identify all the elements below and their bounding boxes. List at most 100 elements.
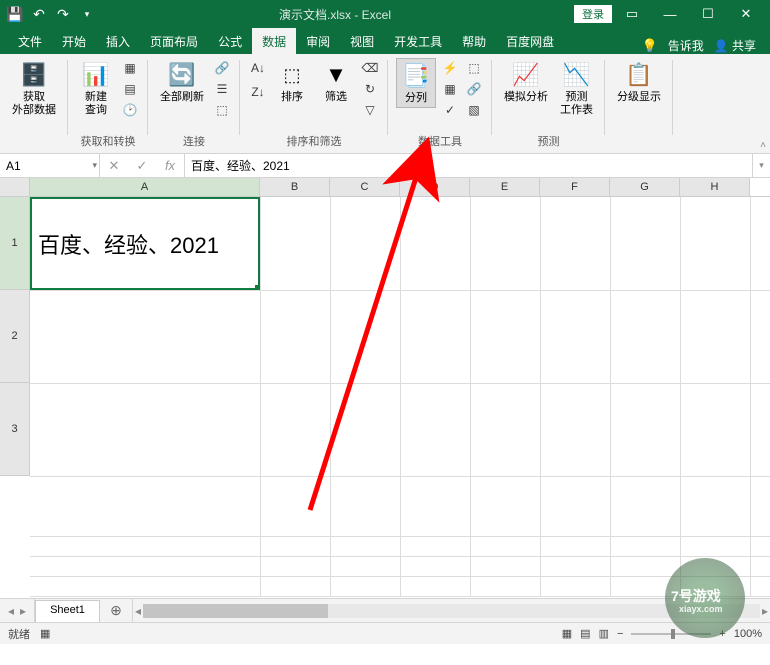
sheet-next-icon[interactable]: ▸ xyxy=(20,604,26,618)
whatif-button[interactable]: 📈 模拟分析 xyxy=(500,58,552,106)
tab-layout[interactable]: 页面布局 xyxy=(140,28,208,54)
properties-icon[interactable]: ☰ xyxy=(212,79,232,99)
from-table-icon[interactable]: ▤ xyxy=(120,79,140,99)
column-header-f[interactable]: F xyxy=(540,178,610,196)
undo-icon[interactable]: ↶ xyxy=(30,5,48,23)
sheet-prev-icon[interactable]: ◂ xyxy=(8,604,14,618)
macro-record-icon[interactable]: ▦ xyxy=(40,627,50,640)
status-bar: 就绪 ▦ ▦ ▤ ▥ − + 100% xyxy=(0,622,770,644)
flash-fill-icon[interactable]: ⚡ xyxy=(440,58,460,78)
sort-button[interactable]: ⬚ 排序 xyxy=(272,58,312,106)
collapse-ribbon-icon[interactable]: ˄ xyxy=(760,140,766,151)
text-to-columns-icon: 📑 xyxy=(401,61,431,91)
view-normal-icon[interactable]: ▦ xyxy=(562,627,572,640)
group-data-tools: 📑 分列 ⚡ ▦ ✓ ⬚ 🔗 ▧ 数据工具 xyxy=(388,54,492,153)
lightbulb-icon[interactable]: 💡 xyxy=(642,38,658,54)
advanced-filter-icon[interactable]: ▽ xyxy=(360,100,380,120)
tab-home[interactable]: 开始 xyxy=(52,28,96,54)
column-header-e[interactable]: E xyxy=(470,178,540,196)
column-header-h[interactable]: H xyxy=(680,178,750,196)
clear-filter-icon[interactable]: ⌫ xyxy=(360,58,380,78)
show-queries-icon[interactable]: ▦ xyxy=(120,58,140,78)
row-header-1[interactable]: 1 xyxy=(0,197,30,290)
cells-area[interactable]: 百度、经验、2021 xyxy=(30,197,770,597)
group-forecast: 📈 模拟分析 📉 预测 工作表 预测 xyxy=(492,54,605,153)
fx-icon[interactable]: fx xyxy=(156,158,184,173)
data-validation-icon[interactable]: ✓ xyxy=(440,100,460,120)
group-label: 连接 xyxy=(183,133,205,151)
tab-baidu[interactable]: 百度网盘 xyxy=(496,28,564,54)
sort-icon: ⬚ xyxy=(277,60,307,90)
redo-icon[interactable]: ↷ xyxy=(54,5,72,23)
name-box[interactable]: A1 ▾ xyxy=(0,154,100,177)
reapply-icon[interactable]: ↻ xyxy=(360,79,380,99)
column-header-g[interactable]: G xyxy=(610,178,680,196)
refresh-all-button[interactable]: 🔄 全部刷新 xyxy=(156,58,208,106)
sheet-tab[interactable]: Sheet1 xyxy=(35,600,100,622)
view-break-icon[interactable]: ▥ xyxy=(599,627,609,640)
group-label: 数据工具 xyxy=(418,133,462,151)
scrollbar-thumb[interactable] xyxy=(143,604,328,618)
text-to-columns-button[interactable]: 📑 分列 xyxy=(396,58,436,108)
filter-button[interactable]: ▼ 筛选 xyxy=(316,58,356,106)
tab-formula[interactable]: 公式 xyxy=(208,28,252,54)
column-header-d[interactable]: D xyxy=(400,178,470,196)
zoom-in-icon[interactable]: + xyxy=(719,628,725,640)
tab-insert[interactable]: 插入 xyxy=(96,28,140,54)
login-button[interactable]: 登录 xyxy=(574,5,612,23)
maximize-icon[interactable]: ☐ xyxy=(690,2,726,26)
tab-review[interactable]: 审阅 xyxy=(296,28,340,54)
zoom-out-icon[interactable]: − xyxy=(617,628,623,640)
column-header-c[interactable]: C xyxy=(330,178,400,196)
tab-help[interactable]: 帮助 xyxy=(452,28,496,54)
row-header-2[interactable]: 2 xyxy=(0,290,30,383)
close-icon[interactable]: ✕ xyxy=(728,2,764,26)
select-all-corner[interactable] xyxy=(0,178,30,196)
consolidate-icon[interactable]: ⬚ xyxy=(464,58,484,78)
manage-data-model-icon[interactable]: ▧ xyxy=(464,100,484,120)
remove-duplicates-icon[interactable]: ▦ xyxy=(440,79,460,99)
sort-desc-icon[interactable]: Z↓ xyxy=(248,82,268,102)
save-icon[interactable]: 💾 xyxy=(6,5,24,23)
expand-formula-icon[interactable]: ▾ xyxy=(752,154,770,177)
group-label: 预测 xyxy=(538,133,560,151)
tab-file[interactable]: 文件 xyxy=(8,28,52,54)
formula-input[interactable]: 百度、经验、2021 xyxy=(185,154,752,177)
outline-button[interactable]: 📋 分级显示 xyxy=(613,58,665,106)
edit-links-icon[interactable]: ⬚ xyxy=(212,100,232,120)
add-sheet-button[interactable]: ⊕ xyxy=(104,601,128,620)
ribbon-display-icon[interactable]: ▭ xyxy=(614,2,650,26)
window-controls: 登录 ▭ — ☐ ✕ xyxy=(574,2,764,26)
cancel-icon[interactable]: ✕ xyxy=(100,158,128,174)
sheet-nav[interactable]: ◂ ▸ xyxy=(0,599,35,622)
forecast-sheet-button[interactable]: 📉 预测 工作表 xyxy=(556,58,597,119)
share-button[interactable]: 👤 共享 xyxy=(714,37,756,54)
sort-asc-icon[interactable]: A↓ xyxy=(248,58,268,78)
zoom-slider[interactable] xyxy=(631,633,711,635)
minimize-icon[interactable]: — xyxy=(652,2,688,26)
relationships-icon[interactable]: 🔗 xyxy=(464,79,484,99)
connections-icon[interactable]: 🔗 xyxy=(212,58,232,78)
new-query-button[interactable]: 📊 新建 查询 xyxy=(76,58,116,119)
column-header-b[interactable]: B xyxy=(260,178,330,196)
horizontal-scrollbar[interactable]: ◂ ▸ xyxy=(132,599,770,622)
qat-dropdown-icon[interactable]: ▾ xyxy=(78,5,96,23)
row-header-3[interactable]: 3 xyxy=(0,383,30,476)
zoom-level[interactable]: 100% xyxy=(734,628,762,640)
get-external-data-button[interactable]: 🗄️ 获取 外部数据 xyxy=(8,58,60,119)
tab-data[interactable]: 数据 xyxy=(252,28,296,54)
scroll-right-icon[interactable]: ▸ xyxy=(762,604,768,618)
database-icon: 🗄️ xyxy=(19,60,49,90)
tell-me-label[interactable]: 告诉我 xyxy=(668,37,704,54)
view-page-icon[interactable]: ▤ xyxy=(580,627,590,640)
group-get-transform: 📊 新建 查询 ▦ ▤ 🕑 获取和转换 xyxy=(68,54,148,153)
enter-icon[interactable]: ✓ xyxy=(128,158,156,174)
tab-view[interactable]: 视图 xyxy=(340,28,384,54)
formula-bar: A1 ▾ ✕ ✓ fx 百度、经验、2021 ▾ xyxy=(0,154,770,178)
column-header-a[interactable]: A xyxy=(30,178,260,196)
scroll-left-icon[interactable]: ◂ xyxy=(135,604,141,618)
namebox-dropdown-icon[interactable]: ▾ xyxy=(92,160,97,171)
recent-sources-icon[interactable]: 🕑 xyxy=(120,100,140,120)
spreadsheet-grid[interactable]: ABCDEFGH 123 百度、经验、2021 xyxy=(0,178,770,598)
tab-dev[interactable]: 开发工具 xyxy=(384,28,452,54)
